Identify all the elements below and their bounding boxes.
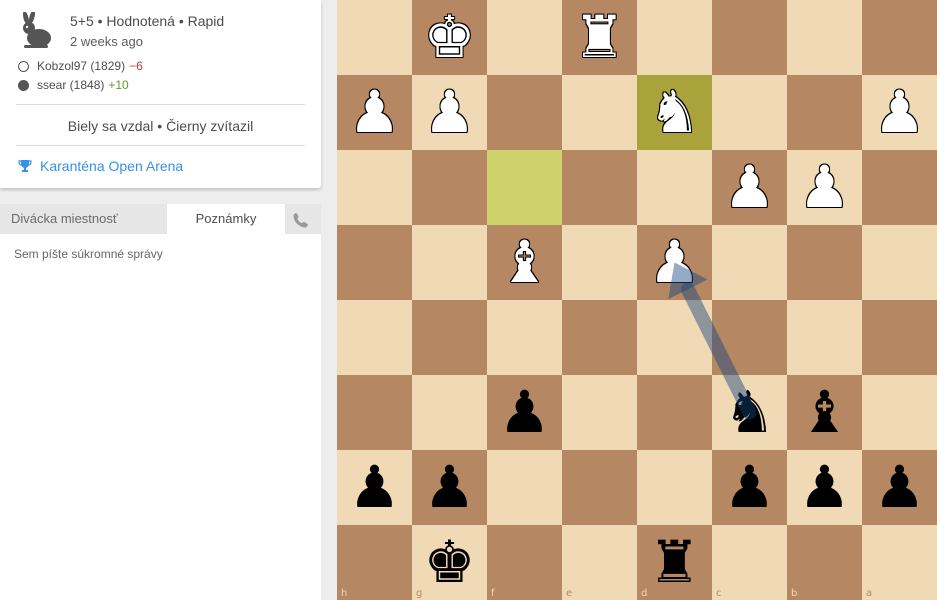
board-square-h3[interactable] [337,150,412,225]
board-square-a6[interactable] [862,375,937,450]
board-square-g4[interactable] [412,225,487,300]
rabbit-icon [22,12,51,48]
board-square-g3[interactable] [412,150,487,225]
game-result: Biely sa vzdal • Čierny zvítazil [67,118,254,134]
white-rook-e1[interactable]: ♜ [562,0,637,75]
board-square-f2[interactable] [487,75,562,150]
board-square-h5[interactable] [337,300,412,375]
board-square-a8[interactable] [862,525,937,600]
board-square-c8[interactable] [712,525,787,600]
white-rating-diff: −6 [129,59,143,73]
board-square-c5[interactable] [712,300,787,375]
board-square-h6[interactable] [337,375,412,450]
black-pawn-c7[interactable]: ♟ [712,450,787,525]
board-square-a5[interactable] [862,300,937,375]
board-square-c2[interactable] [712,75,787,150]
board-square-d5[interactable] [637,300,712,375]
white-pawn-d4[interactable]: ♟ [637,225,712,300]
tournament-link[interactable]: Karanténa Open Arena [18,158,183,174]
chess-board[interactable]: 1 2 3 4 5 6 7 8 h g f e d c b a ♚ ♜ ♟ ♟ ♞ ♟ ♟ ♟ ♝ ♟ ♟ ♞ ♝ ♟ ♟ ♟ ♟ ♟ ♚ ♜ [337,0,937,600]
chat-panel: Divácka miestnosť Poznámky Sem píšte súk… [0,204,321,600]
board-square-f1[interactable] [487,0,562,75]
white-knight-d2[interactable]: ♞ [637,75,712,150]
board-square-d7[interactable] [637,450,712,525]
white-color-icon [18,60,29,72]
black-pawn-b7[interactable]: ♟ [787,450,862,525]
black-pawn-f6[interactable]: ♟ [487,375,562,450]
tournament-name[interactable]: Karanténa Open Arena [40,158,183,174]
white-player-name[interactable]: Kobzol97 (1829) [37,59,125,73]
black-pawn-h7[interactable]: ♟ [337,450,412,525]
board-square-d3[interactable] [637,150,712,225]
white-pawn-h2[interactable]: ♟ [337,75,412,150]
white-pawn-c3[interactable]: ♟ [712,150,787,225]
black-player[interactable]: ssear (1848) +10 [18,78,129,92]
game-date: 2 weeks ago [70,34,143,49]
black-bishop-b6[interactable]: ♝ [787,375,862,450]
board-square-e2[interactable] [562,75,637,150]
black-rating-diff: +10 [108,78,129,92]
board-square-c1[interactable] [712,0,787,75]
black-pawn-a7[interactable]: ♟ [862,450,937,525]
board-square-e3[interactable] [562,150,637,225]
board-square-f5[interactable] [487,300,562,375]
black-king-g8[interactable]: ♚ [412,525,487,600]
board-square-e5[interactable] [562,300,637,375]
board-square-h8[interactable] [337,525,412,600]
board-square-e8[interactable] [562,525,637,600]
game-info-card: 5+5 • Hodnotená • Rapid 2 weeks ago Kobz… [0,0,321,188]
black-pawn-g7[interactable]: ♟ [412,450,487,525]
board-square-e4[interactable] [562,225,637,300]
black-color-icon [18,79,29,91]
phone-icon[interactable] [292,211,310,229]
board-square-d6[interactable] [637,375,712,450]
board-square-f8[interactable] [487,525,562,600]
board-square-a4[interactable] [862,225,937,300]
board-square-g6[interactable] [412,375,487,450]
trophy-icon [18,160,32,172]
white-pawn-g2[interactable]: ♟ [412,75,487,150]
board-square-f7[interactable] [487,450,562,525]
board-square-b2[interactable] [787,75,862,150]
board-square-b8[interactable] [787,525,862,600]
board-square-f3[interactable] [487,150,562,225]
tab-notes[interactable]: Poznámky [167,204,285,234]
black-player-name[interactable]: ssear (1848) [37,78,104,92]
game-meta: 5+5 • Hodnotená • Rapid [70,13,225,29]
white-bishop-f4[interactable]: ♝ [487,225,562,300]
board-square-g5[interactable] [412,300,487,375]
divider [16,145,305,146]
board-square-h4[interactable] [337,225,412,300]
board-square-a1[interactable] [862,0,937,75]
black-rook-d8[interactable]: ♜ [637,525,712,600]
white-player[interactable]: Kobzol97 (1829) −6 [18,59,143,73]
white-pawn-b3[interactable]: ♟ [787,150,862,225]
white-king-g1[interactable]: ♚ [412,0,487,75]
divider [16,104,305,105]
board-square-d1[interactable] [637,0,712,75]
black-knight-c6[interactable]: ♞ [712,375,787,450]
board-square-e6[interactable] [562,375,637,450]
board-square-e7[interactable] [562,450,637,525]
board-square-b5[interactable] [787,300,862,375]
board-square-a3[interactable] [862,150,937,225]
board-square-c4[interactable] [712,225,787,300]
board-square-b1[interactable] [787,0,862,75]
tab-spectator-room[interactable]: Divácka miestnosť [11,204,118,234]
chat-tabs: Divácka miestnosť Poznámky [0,204,321,234]
board-square-b4[interactable] [787,225,862,300]
white-pawn-a2[interactable]: ♟ [862,75,937,150]
board-square-h1[interactable] [337,0,412,75]
notes-textarea[interactable]: Sem píšte súkromné správy [14,247,163,261]
